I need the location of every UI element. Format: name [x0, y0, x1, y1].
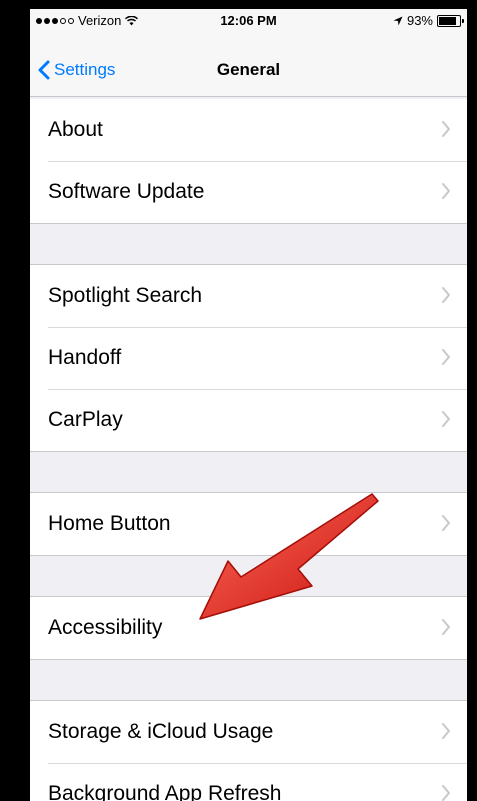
chevron-right-icon	[442, 287, 450, 303]
section-gap	[30, 659, 467, 701]
settings-group: About Software Update	[30, 99, 467, 223]
battery-icon	[437, 14, 464, 27]
settings-row-label: Background App Refresh	[48, 782, 282, 801]
phone-screen: Verizon 12:06 PM 93% Settings General Ab…	[30, 9, 467, 801]
navigation-bar: Settings General	[30, 31, 467, 97]
settings-row-handoff[interactable]: Handoff	[30, 327, 467, 389]
page-title: General	[216, 60, 281, 79]
chevron-right-icon	[442, 121, 450, 137]
settings-row-label: Accessibility	[48, 616, 163, 639]
settings-row-label: Handoff	[48, 346, 122, 369]
status-bar: Verizon 12:06 PM 93%	[30, 9, 467, 31]
settings-row-label: About	[48, 118, 103, 141]
chevron-right-icon	[442, 515, 450, 531]
settings-group: Storage & iCloud Usage Background App Ref…	[30, 701, 467, 801]
status-right: 93%	[393, 13, 464, 28]
section-gap	[30, 223, 467, 265]
settings-row-storage-and-icloud-usage[interactable]: Storage & iCloud Usage	[30, 701, 467, 763]
chevron-right-icon	[442, 723, 450, 739]
settings-group: Home Button	[30, 493, 467, 555]
settings-row-background-app-refresh[interactable]: Background App Refresh	[30, 763, 467, 801]
chevron-right-icon	[442, 785, 450, 801]
settings-group: Spotlight Search Handoff CarPlay	[30, 265, 467, 451]
chevron-right-icon	[442, 619, 450, 635]
settings-row-label: Software Update	[48, 180, 205, 203]
section-gap	[30, 555, 467, 597]
settings-row-about[interactable]: About	[30, 99, 467, 161]
settings-row-home-button[interactable]: Home Button	[30, 493, 467, 555]
battery-fill	[439, 16, 456, 25]
settings-row-label: Home Button	[48, 512, 171, 535]
settings-row-label: CarPlay	[48, 408, 123, 431]
settings-group: Accessibility	[30, 597, 467, 659]
settings-row-spotlight-search[interactable]: Spotlight Search	[30, 265, 467, 327]
chevron-right-icon	[442, 183, 450, 199]
settings-row-accessibility[interactable]: Accessibility	[30, 597, 467, 659]
settings-row-carplay[interactable]: CarPlay	[30, 389, 467, 451]
settings-list: About Software Update Spotlight Search Hand…	[30, 99, 467, 801]
section-gap	[30, 451, 467, 493]
battery-percent: 93%	[406, 13, 433, 28]
location-icon	[393, 16, 403, 25]
chevron-right-icon	[442, 349, 450, 365]
settings-row-label: Storage & iCloud Usage	[48, 720, 274, 743]
chevron-right-icon	[442, 411, 450, 427]
settings-row-software-update[interactable]: Software Update	[30, 161, 467, 223]
settings-row-label: Spotlight Search	[48, 284, 203, 307]
